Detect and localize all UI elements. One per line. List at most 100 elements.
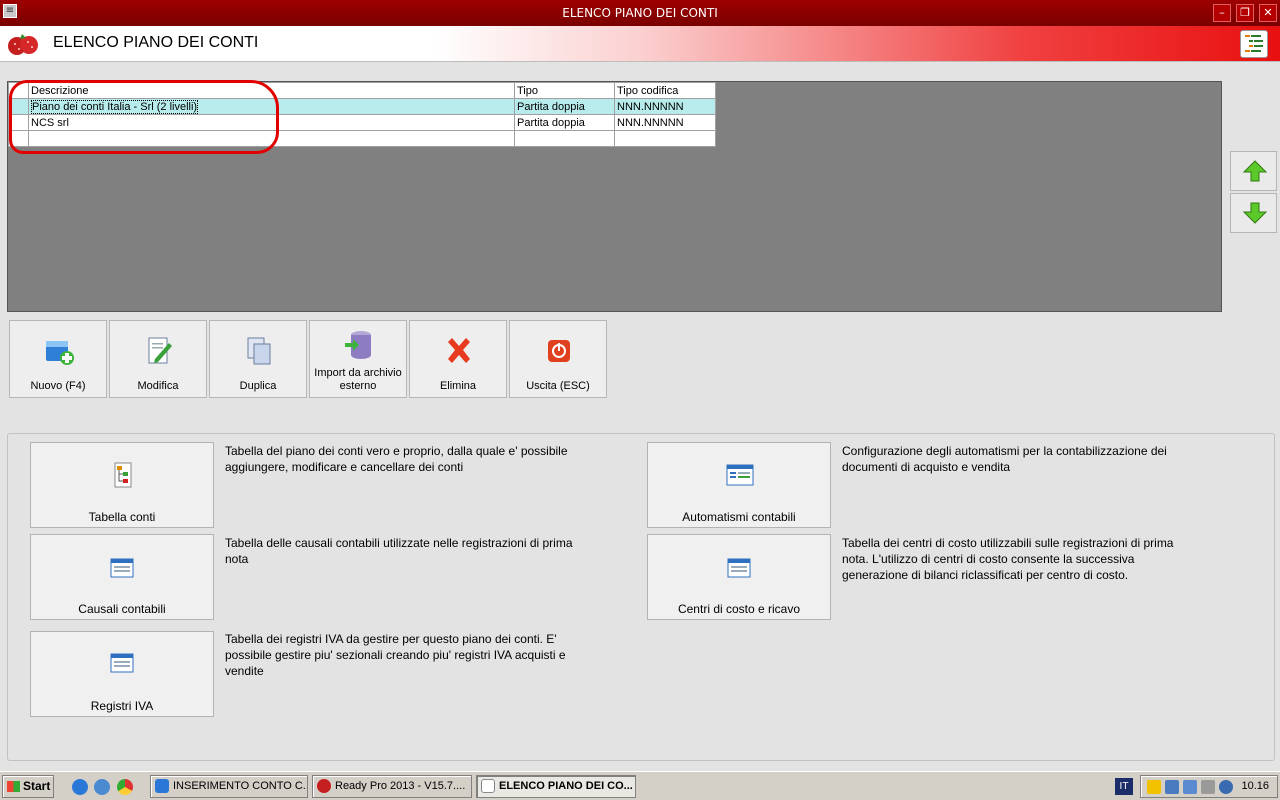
- import-label-line2: esterno: [339, 380, 377, 392]
- strawberry-icon: [317, 779, 331, 793]
- minimize-button[interactable]: –: [1213, 4, 1231, 22]
- arrow-down-icon: [1243, 202, 1267, 224]
- registri-iva-button[interactable]: Registri IVA: [30, 631, 214, 717]
- cell-tipo[interactable]: Partita doppia: [514, 98, 615, 115]
- new-button-label: Nuovo (F4): [30, 380, 86, 392]
- delete-x-icon: [448, 338, 470, 363]
- ie-icon: [155, 779, 169, 793]
- clock: 10.16: [1241, 780, 1269, 792]
- tree-view-icon: [481, 779, 495, 793]
- window-list-icon: [727, 558, 751, 578]
- window-titlebar: ≡ ELENCO PIANO DEI CONTI – ❐ ✕: [0, 0, 1280, 26]
- exit-button-label: Uscita (ESC): [526, 380, 590, 392]
- display-icon[interactable]: [1201, 780, 1215, 794]
- cell-descrizione[interactable]: NCS srl: [28, 114, 515, 131]
- security-shield-icon[interactable]: [1147, 780, 1161, 794]
- system-tray: 10.16: [1140, 775, 1278, 798]
- move-up-button[interactable]: [1230, 151, 1277, 191]
- taskbar-task-readypro[interactable]: Ready Pro 2013 - V15.7....: [312, 775, 472, 798]
- windows-flag-icon: [7, 781, 20, 792]
- arrow-up-icon: [1243, 160, 1267, 182]
- import-button[interactable]: Import da archivio esterno: [309, 320, 407, 398]
- cell-descrizione-text: Piano dei conti Italia - Srl (2 livelli): [31, 99, 199, 114]
- network-icon[interactable]: [1165, 780, 1179, 794]
- tabella-conti-description: Tabella del piano dei conti vero e propr…: [225, 444, 568, 474]
- cell-tipo-codifica[interactable]: NNN.NNNNN: [614, 98, 716, 115]
- registri-iva-description: Tabella dei registri IVA da gestire per …: [225, 632, 566, 678]
- row-indicator: [8, 114, 29, 131]
- tabella-conti-label: Tabella conti: [88, 510, 156, 524]
- cell-descrizione[interactable]: [28, 130, 515, 147]
- grid-window-icon: [726, 464, 754, 486]
- cell-tipo[interactable]: Partita doppia: [514, 114, 615, 131]
- new-button[interactable]: Nuovo (F4): [9, 320, 107, 398]
- internet-explorer-icon[interactable]: [72, 779, 88, 795]
- table-row-empty[interactable]: [8, 130, 716, 147]
- table-header-row: Descrizione Tipo Tipo codifica: [8, 82, 716, 99]
- close-button[interactable]: ✕: [1259, 4, 1277, 22]
- accounts-table: Descrizione Tipo Tipo codifica Piano dei…: [8, 82, 716, 147]
- cell-tipo-codifica[interactable]: NNN.NNNNN: [614, 114, 716, 131]
- start-label: Start: [23, 779, 51, 793]
- tree-view-icon[interactable]: [1240, 30, 1268, 58]
- window-list-icon: [110, 653, 134, 673]
- cell-descrizione[interactable]: Piano dei conti Italia - Srl (2 livelli): [28, 98, 515, 115]
- edit-document-icon: [148, 337, 172, 364]
- causali-contabili-label: Causali contabili: [78, 602, 166, 616]
- exit-button[interactable]: Uscita (ESC): [509, 320, 607, 398]
- duplicate-button-label: Duplica: [239, 380, 277, 392]
- causali-contabili-button[interactable]: Causali contabili: [30, 534, 214, 620]
- automatismi-contabili-description: Configurazione degli automatismi per la …: [842, 444, 1167, 474]
- duplicate-button[interactable]: Duplica: [209, 320, 307, 398]
- tabella-conti-button[interactable]: Tabella conti: [30, 442, 214, 528]
- automatismi-contabili-label: Automatismi contabili: [682, 510, 796, 524]
- import-button-label: Import da archivio esterno: [310, 367, 406, 393]
- column-header-descrizione[interactable]: Descrizione: [28, 82, 515, 99]
- causali-contabili-description: Tabella delle causali contabili utilizza…: [225, 536, 573, 566]
- page-header: ELENCO PIANO DEI CONTI: [0, 26, 1280, 62]
- centri-costo-label: Centri di costo e ricavo: [677, 602, 801, 616]
- centri-costo-description: Tabella dei centri di costo utilizzabili…: [842, 536, 1174, 582]
- taskbar-task-elenco[interactable]: ELENCO PIANO DEI CO...: [476, 775, 636, 798]
- network-icon-2[interactable]: [1183, 780, 1197, 794]
- import-label-line1: Import da archivio: [314, 367, 402, 379]
- table-row[interactable]: NCS srl Partita doppia NNN.NNNNN: [8, 114, 716, 131]
- power-exit-icon: [548, 340, 570, 362]
- database-import-icon: [345, 331, 371, 359]
- chart-of-accounts-grid[interactable]: Descrizione Tipo Tipo codifica Piano dei…: [7, 81, 1222, 312]
- task-label: Ready Pro 2013 - V15.7....: [335, 780, 466, 792]
- options-panel: Tabella conti Tabella del piano dei cont…: [7, 433, 1275, 761]
- page-title: ELENCO PIANO DEI CONTI: [53, 34, 259, 51]
- update-icon[interactable]: [1219, 780, 1233, 794]
- start-button[interactable]: Start: [2, 775, 54, 798]
- row-indicator-header: [8, 82, 29, 99]
- task-label: INSERIMENTO CONTO C...: [173, 780, 308, 792]
- centri-costo-button[interactable]: Centri di costo e ricavo: [647, 534, 831, 620]
- column-header-tipo[interactable]: Tipo: [514, 82, 615, 99]
- explorer-icon[interactable]: [94, 779, 110, 795]
- task-label: ELENCO PIANO DEI CO...: [499, 780, 633, 792]
- cell-tipo[interactable]: [514, 130, 615, 147]
- taskbar: Start INSERIMENTO CONTO C... Ready Pro 2…: [0, 771, 1280, 800]
- move-down-button[interactable]: [1230, 193, 1277, 233]
- registri-iva-label: Registri IVA: [90, 699, 154, 713]
- restore-button[interactable]: ❐: [1236, 4, 1254, 22]
- row-indicator: [8, 98, 29, 115]
- automatismi-contabili-button[interactable]: Automatismi contabili: [647, 442, 831, 528]
- account-tree-icon: [114, 462, 132, 488]
- row-indicator: [8, 130, 29, 147]
- cell-tipo-codifica[interactable]: [614, 130, 716, 147]
- chrome-icon[interactable]: [117, 779, 133, 795]
- new-item-icon: [46, 341, 74, 365]
- delete-button[interactable]: Elimina: [409, 320, 507, 398]
- strawberry-logo-icon: [8, 34, 38, 55]
- language-indicator[interactable]: IT: [1115, 778, 1133, 795]
- edit-button-label: Modifica: [137, 380, 179, 392]
- delete-button-label: Elimina: [439, 380, 477, 392]
- edit-button[interactable]: Modifica: [109, 320, 207, 398]
- column-header-tipo-codifica[interactable]: Tipo codifica: [614, 82, 716, 99]
- window-title: ELENCO PIANO DEI CONTI: [562, 6, 718, 20]
- taskbar-task-inserimento[interactable]: INSERIMENTO CONTO C...: [150, 775, 308, 798]
- table-row[interactable]: Piano dei conti Italia - Srl (2 livelli)…: [8, 98, 716, 115]
- duplicate-icon: [247, 337, 271, 365]
